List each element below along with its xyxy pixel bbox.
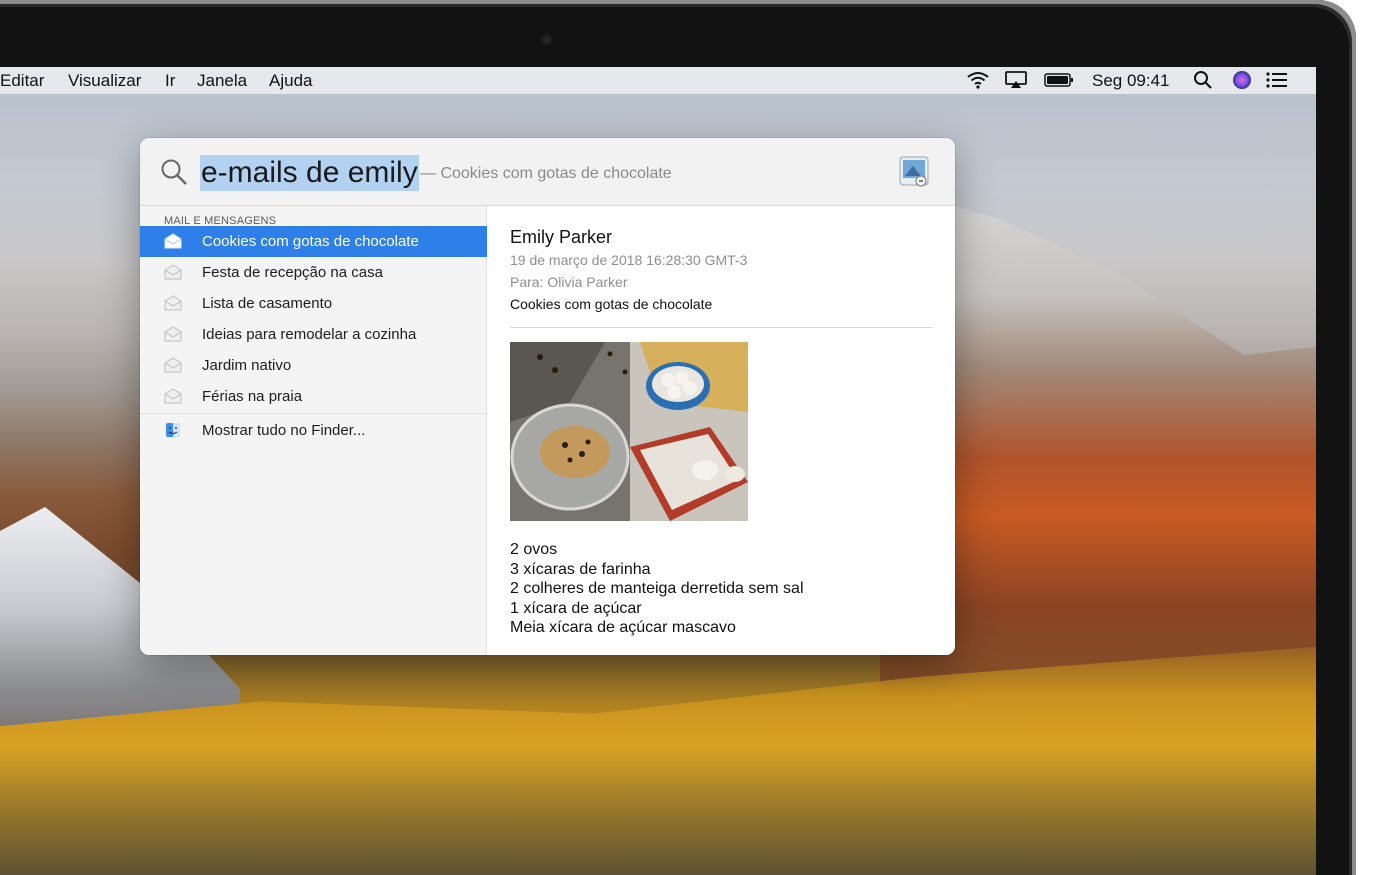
cookie-dough-photo — [510, 342, 748, 521]
result-item-festa[interactable]: Festa de recepção na casa — [140, 257, 487, 288]
spotlight-window: e-mails de emily — Cookies com gotas de … — [140, 138, 955, 655]
result-label: Férias na praia — [202, 388, 303, 405]
airplay-icon[interactable] — [1004, 71, 1028, 89]
email-body-line: 1 xícara de açúcar — [510, 599, 642, 617]
spotlight-search-bar: e-mails de emily — Cookies com gotas de … — [140, 138, 955, 206]
result-label: Mostrar tudo no Finder... — [202, 422, 366, 439]
email-body-line: 2 ovos — [510, 541, 558, 558]
email-body-line: Meia xícara de açúcar mascavo — [510, 619, 736, 636]
email-body-line: 3 xícaras de farinha — [510, 560, 651, 578]
siri-icon[interactable] — [1232, 71, 1252, 89]
menubar-clock[interactable]: Seg 09:41 — [1092, 71, 1170, 91]
email-body: 2 ovos 3 xícaras de farinha 2 colheres d… — [510, 540, 804, 638]
preview-pane: Emily Parker 19 de março de 2018 16:28:3… — [487, 206, 955, 655]
results-pane: MAIL E MENSAGENS Cookies com gotas de ch… — [140, 206, 487, 655]
email-header-divider — [510, 327, 933, 328]
battery-icon[interactable] — [1044, 71, 1074, 89]
mail-icon — [164, 264, 182, 280]
mail-app-icon — [897, 154, 933, 195]
result-label: Lista de casamento — [202, 295, 333, 312]
wifi-icon[interactable] — [966, 71, 990, 89]
email-date: 19 de março de 2018 16:28:30 GMT-3 — [510, 252, 748, 268]
result-item-lista[interactable]: Lista de casamento — [140, 288, 487, 319]
search-icon — [160, 158, 188, 191]
menu-visualizar[interactable]: Visualizar — [68, 71, 141, 91]
result-label: Cookies com gotas de chocolate — [202, 233, 419, 250]
camera-icon — [541, 34, 552, 45]
menu-ir[interactable]: Ir — [165, 71, 175, 91]
result-item-jardim[interactable]: Jardim nativo — [140, 350, 487, 381]
result-item-ideias[interactable]: Ideias para remodelar a cozinha — [140, 319, 487, 350]
results-list: Cookies com gotas de chocolate Festa de … — [140, 226, 487, 446]
email-recipient: Para: Olivia Parker — [510, 274, 628, 290]
results-divider — [140, 413, 487, 414]
result-label: Festa de recepção na casa — [202, 264, 383, 281]
email-body-line: 2 colheres de manteiga derretida sem sal — [510, 580, 804, 597]
email-subject: Cookies com gotas de chocolate — [510, 296, 713, 312]
search-completion-hint: — Cookies com gotas de chocolate — [420, 165, 672, 182]
email-sender: Emily Parker — [510, 227, 613, 247]
desktop-screen: Editar Visualizar Ir Janela Ajuda Seg 09… — [0, 67, 1316, 875]
mail-icon — [164, 326, 182, 342]
menu-ajuda[interactable]: Ajuda — [269, 71, 312, 91]
menu-bar: Editar Visualizar Ir Janela Ajuda Seg 09… — [0, 67, 1316, 94]
spotlight-search-icon[interactable] — [1193, 71, 1213, 89]
mail-icon — [164, 295, 182, 311]
mail-icon — [164, 388, 182, 404]
result-label: Ideias para remodelar a cozinha — [202, 326, 417, 343]
menu-editar[interactable]: Editar — [0, 71, 44, 91]
show-all-in-finder[interactable]: Mostrar tudo no Finder... — [140, 415, 487, 446]
mail-icon — [164, 357, 182, 373]
result-item-ferias[interactable]: Férias na praia — [140, 381, 487, 412]
menu-janela[interactable]: Janela — [197, 71, 247, 91]
result-label: Jardim nativo — [202, 357, 292, 374]
notification-center-icon[interactable] — [1266, 71, 1288, 89]
result-item-cookies[interactable]: Cookies com gotas de chocolate — [140, 226, 487, 257]
mail-icon — [164, 233, 182, 249]
search-input[interactable]: e-mails de emily — [200, 155, 419, 191]
finder-icon — [164, 422, 182, 438]
